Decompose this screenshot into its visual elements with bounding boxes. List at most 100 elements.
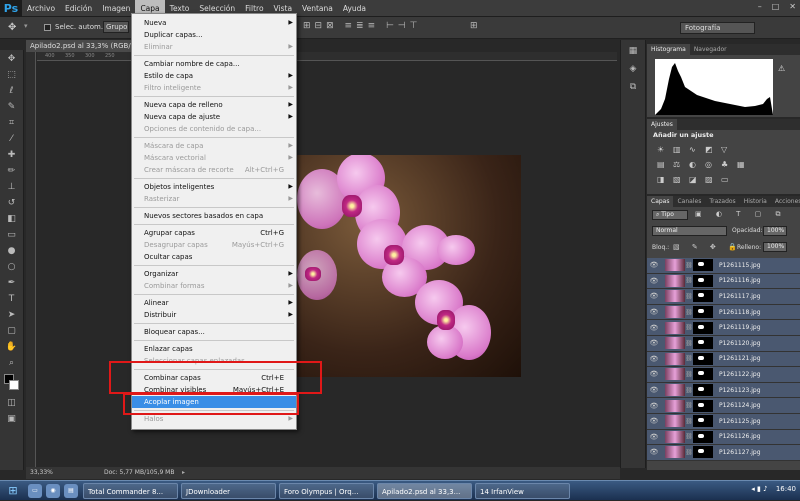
move-tool-icon[interactable]: ✥ (8, 22, 16, 33)
browser-icon[interactable]: ◉ (46, 483, 60, 498)
menu-ventana[interactable]: Ventana (297, 0, 338, 17)
status-arrow-icon[interactable]: ▸ (182, 467, 185, 479)
fill-input[interactable]: 100% (763, 242, 787, 252)
color-swatches[interactable] (0, 372, 23, 394)
eye-icon[interactable]: 👁 (647, 339, 661, 347)
layer-row[interactable]: 👁 ⛓ P1261120.jpg (647, 335, 800, 352)
quick-select-icon[interactable]: ✎ (4, 100, 20, 114)
taskbar-task[interactable]: 14 IrfanView (475, 482, 570, 499)
layer-mask-thumbnail[interactable] (693, 352, 713, 365)
menu-item[interactable]: Duplicar capas... (132, 29, 296, 41)
healing-icon[interactable]: ✚ (4, 148, 20, 162)
path-select-icon[interactable]: ➤ (4, 308, 20, 322)
type-icon[interactable]: T (4, 292, 20, 306)
menu-imagen[interactable]: Imagen (97, 0, 135, 17)
eye-icon[interactable]: 👁 (647, 402, 661, 410)
desktop-icon[interactable]: ▭ (28, 483, 42, 498)
link-icon[interactable]: ⛓ (685, 402, 693, 409)
link-icon[interactable]: ⛓ (685, 387, 693, 394)
layer-filter-dropdown[interactable]: ⌕ Tipo (652, 210, 688, 220)
link-icon[interactable]: ⛓ (685, 418, 693, 425)
threshold-icon[interactable]: ◪ (689, 176, 698, 184)
gradient-icon[interactable]: ▭ (4, 228, 20, 242)
workspace-dropdown[interactable]: Fotografía (680, 22, 755, 34)
background-color-swatch[interactable] (9, 380, 19, 390)
layer-row[interactable]: 👁 ⛓ P1261122.jpg (647, 367, 800, 383)
auto-select-checkbox[interactable] (44, 24, 51, 31)
maximize-button[interactable]: □ (772, 2, 780, 11)
eye-icon[interactable]: 👁 (647, 448, 661, 456)
link-icon[interactable]: ⛓ (685, 262, 693, 269)
layer-row[interactable]: 👁 ⛓ P1261124.jpg (647, 398, 800, 414)
layer-row[interactable]: 👁 ⛓ P1261123.jpg (647, 382, 800, 399)
curves-icon[interactable]: ∿ (689, 146, 698, 154)
panel-icon[interactable]: ▦ (621, 46, 645, 56)
tab-paths[interactable]: Trazados (705, 196, 739, 207)
eyedropper-icon[interactable]: ⁄ (4, 132, 20, 146)
close-button[interactable]: ✕ (789, 2, 796, 11)
layer-row[interactable]: 👁 ⛓ P1261115.jpg (647, 258, 800, 274)
tab-channels[interactable]: Canales (673, 196, 705, 207)
layer-row[interactable]: 👁 ⛓ P1261117.jpg (647, 289, 800, 305)
tool-preset-arrow-icon[interactable]: ▾ (24, 22, 28, 30)
orchid-photo[interactable] (297, 155, 521, 377)
levels-icon[interactable]: ▥ (673, 146, 682, 154)
auto-align-icon[interactable]: ⊞ (470, 21, 478, 31)
black-white-icon[interactable]: ◐ (689, 161, 698, 169)
channel-mixer-icon[interactable]: ♣ (721, 161, 730, 169)
menu-item[interactable]: Estilo de capa ▶ (132, 70, 296, 82)
layer-row[interactable]: 👁 ⛓ P1261121.jpg (647, 351, 800, 368)
eye-icon[interactable]: 👁 (647, 308, 661, 316)
menu-item[interactable]: Nueva capa de relleno ▶ (132, 99, 296, 111)
photo-filter-icon[interactable]: ◎ (705, 161, 714, 169)
taskbar-task[interactable]: Foro Olympus | Orq... (279, 482, 374, 499)
eye-icon[interactable]: 👁 (647, 292, 661, 300)
menu-item[interactable]: Agrupar capas Ctrl+G (132, 227, 296, 239)
panel-icon[interactable]: ⧉ (621, 82, 645, 92)
move-icon[interactable]: ✥ (4, 52, 20, 66)
tab-histogram[interactable]: Histograma (647, 44, 690, 55)
history-brush-icon[interactable]: ↺ (4, 196, 20, 210)
color-balance-icon[interactable]: ⚖ (673, 161, 682, 169)
vibrance-icon[interactable]: ▽ (721, 146, 730, 154)
link-icon[interactable]: ⛓ (685, 340, 693, 347)
gradient-map-icon[interactable]: ▭ (721, 176, 730, 184)
link-icon[interactable]: ⛓ (685, 324, 693, 331)
exposure-icon[interactable]: ◩ (705, 146, 714, 154)
tab-adjustments[interactable]: Ajustes (647, 119, 677, 130)
auto-select-dropdown[interactable]: Grupo (103, 21, 129, 33)
explorer-icon[interactable]: ▤ (64, 483, 78, 498)
link-icon[interactable]: ⛓ (685, 355, 693, 362)
tray-icons[interactable]: ◂ ▮ ♪ (751, 485, 767, 493)
menu-edicin[interactable]: Edición (60, 0, 97, 17)
layer-mask-thumbnail[interactable] (693, 446, 713, 459)
menu-item[interactable]: Nuevos sectores basados en capa (132, 210, 296, 222)
menu-item[interactable]: Ocultar capas (132, 251, 296, 263)
link-icon[interactable]: ⛓ (685, 309, 693, 316)
layer-row[interactable]: 👁 ⛓ P1261119.jpg (647, 320, 800, 336)
menu-item[interactable]: Distribuir ▶ (132, 309, 296, 321)
layer-mask-thumbnail[interactable] (693, 384, 713, 397)
screen-mode-icon[interactable]: ▣ (4, 412, 20, 426)
tab-layers[interactable]: Capas (647, 196, 674, 207)
eye-icon[interactable]: 👁 (647, 324, 661, 332)
eraser-icon[interactable]: ◧ (4, 212, 20, 226)
menu-item[interactable]: Nueva capa de ajuste ▶ (132, 111, 296, 123)
menu-item[interactable]: Cambiar nombre de capa... (132, 58, 296, 70)
layer-mask-thumbnail[interactable] (693, 337, 713, 350)
eye-icon[interactable]: 👁 (647, 277, 661, 285)
layer-mask-thumbnail[interactable] (693, 399, 713, 412)
zoom-level[interactable]: 33,33% (30, 467, 53, 479)
hand-icon[interactable]: ✋ (4, 340, 20, 354)
layer-row[interactable]: 👁 ⛓ P1261126.jpg (647, 429, 800, 446)
selective-color-icon[interactable]: ▨ (705, 176, 714, 184)
layer-row[interactable]: 👁 ⛓ P1261118.jpg (647, 304, 800, 321)
brightness-icon[interactable]: ☀ (657, 146, 666, 154)
taskbar-task[interactable]: JDownloader (181, 482, 276, 499)
link-icon[interactable]: ⛓ (685, 433, 693, 440)
brush-icon[interactable]: ✏ (4, 164, 20, 178)
opacity-input[interactable]: 100% (763, 226, 787, 236)
eye-icon[interactable]: 👁 (647, 433, 661, 441)
link-icon[interactable]: ⛓ (685, 449, 693, 456)
layer-row[interactable]: 👁 ⛓ P1261127.jpg (647, 445, 800, 461)
